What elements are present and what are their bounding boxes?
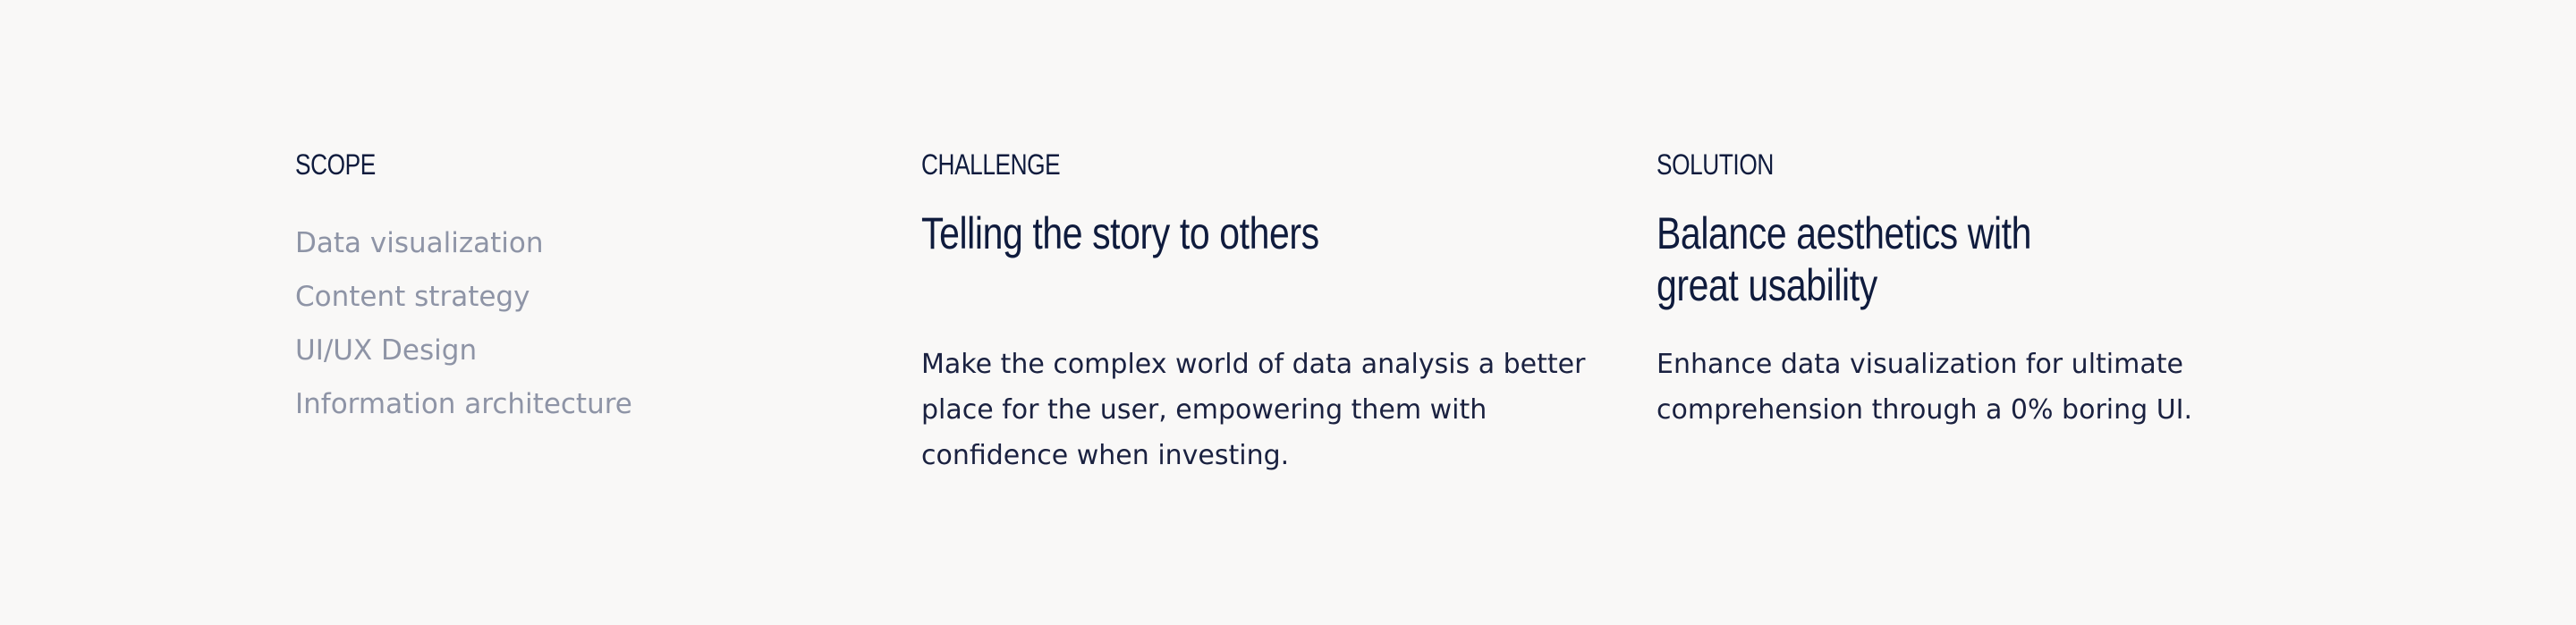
- solution-label: SOLUTION: [1657, 148, 1774, 181]
- challenge-description: Make the complex world of data analysis …: [921, 342, 1585, 478]
- challenge-description-line: confidence when investing.: [921, 440, 1290, 471]
- scope-label: SCOPE: [295, 148, 376, 181]
- solution-headline: Balance aesthetics with great usability: [1657, 207, 2031, 311]
- challenge-description-line: Make the complex world of data analysis …: [921, 349, 1586, 380]
- scope-list: Data visualization Content strategy UI/U…: [295, 216, 632, 431]
- solution-headline-line: Balance aesthetics with: [1657, 208, 2032, 258]
- solution-headline-line: great usability: [1657, 260, 1877, 310]
- challenge-section: CHALLENGE Telling the story to others Ma…: [921, 147, 1601, 471]
- challenge-headline-line: Telling the story to others: [921, 208, 1319, 258]
- solution-description-line: comprehension through a 0% boring UI.: [1657, 394, 2193, 426]
- solution-description: Enhance data visualization for ultimate …: [1657, 342, 2192, 433]
- scope-item-ui-ux-design: UI/UX Design: [295, 334, 478, 367]
- challenge-label: CHALLENGE: [921, 148, 1061, 181]
- scope-section: SCOPE Data visualization Content strateg…: [295, 147, 850, 420]
- scope-item-data-visualization: Data visualization: [295, 227, 544, 259]
- challenge-description-line: place for the user, empowering them with: [921, 394, 1487, 426]
- solution-description-line: Enhance data visualization for ultimate: [1657, 349, 2183, 380]
- scope-item-content-strategy: Content strategy: [295, 281, 530, 313]
- solution-section: SOLUTION Balance aesthetics with great u…: [1657, 147, 2229, 426]
- scope-item-information-architecture: Information architecture: [295, 388, 632, 420]
- challenge-headline: Telling the story to others: [921, 207, 1319, 259]
